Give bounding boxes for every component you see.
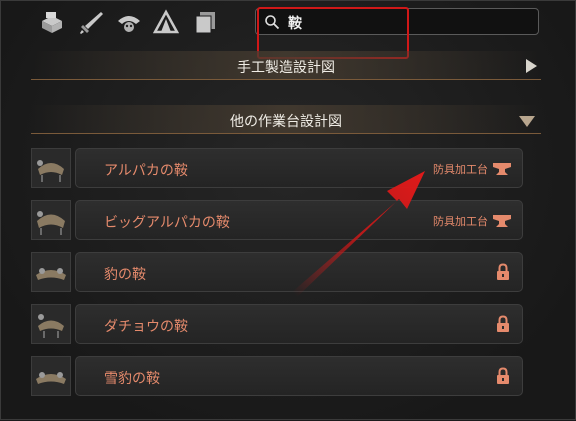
item-name: 豹の鞍 bbox=[104, 267, 146, 283]
anvil-icon bbox=[493, 163, 511, 175]
item-row-body[interactable]: ビッグアルパカの鞍 防具加工台 bbox=[75, 200, 523, 240]
saddle-thumbnail bbox=[31, 304, 71, 344]
expand-arrow-icon bbox=[526, 59, 537, 73]
list-item[interactable]: アルパカの鞍 防具加工台 bbox=[31, 148, 523, 188]
item-row-body[interactable]: アルパカの鞍 防具加工台 bbox=[75, 148, 523, 188]
lock-icon bbox=[497, 263, 509, 280]
saddle-thumbnail bbox=[31, 148, 71, 188]
crafting-panel: 鞍 手工製造設計図 他の作業台設計図 アルパカの鞍 防具加工台 ビッグアルパカの… bbox=[0, 0, 576, 420]
section-other-workbench[interactable]: 他の作業台設計図 bbox=[31, 105, 541, 134]
item-row-body[interactable]: ダチョウの鞍 bbox=[75, 304, 523, 344]
anvil-icon bbox=[493, 215, 511, 227]
section-handcraft[interactable]: 手工製造設計図 bbox=[31, 51, 541, 80]
item-row-body[interactable]: 雪豹の鞍 bbox=[75, 356, 523, 396]
lock-icon bbox=[497, 315, 509, 332]
item-name: ビッグアルパカの鞍 bbox=[104, 215, 230, 231]
saddle-thumbnail bbox=[31, 356, 71, 396]
list-item[interactable]: 豹の鞍 bbox=[31, 252, 523, 292]
list-item[interactable]: ダチョウの鞍 bbox=[31, 304, 523, 344]
list-item[interactable]: 雪豹の鞍 bbox=[31, 356, 523, 396]
items-icon[interactable] bbox=[193, 9, 219, 35]
collapse-arrow-icon bbox=[519, 116, 535, 127]
camp-icon[interactable] bbox=[153, 9, 179, 35]
section-title: 手工製造設計図 bbox=[237, 60, 335, 76]
list-item[interactable]: ビッグアルパカの鞍 防具加工台 bbox=[31, 200, 523, 240]
saddle-thumbnail bbox=[31, 200, 71, 240]
item-name: 雪豹の鞍 bbox=[104, 371, 160, 387]
lock-icon bbox=[497, 367, 509, 384]
pal-gear-icon[interactable] bbox=[116, 9, 142, 35]
weapons-icon[interactable] bbox=[79, 9, 105, 35]
materials-icon[interactable] bbox=[39, 9, 65, 35]
item-row-body[interactable]: 豹の鞍 bbox=[75, 252, 523, 292]
item-name: ダチョウの鞍 bbox=[104, 319, 188, 335]
section-title: 他の作業台設計図 bbox=[230, 114, 342, 130]
item-name: アルパカの鞍 bbox=[104, 163, 188, 179]
station-label: 防具加工台 bbox=[433, 215, 488, 228]
saddle-thumbnail bbox=[31, 252, 71, 292]
station-label: 防具加工台 bbox=[433, 163, 488, 176]
